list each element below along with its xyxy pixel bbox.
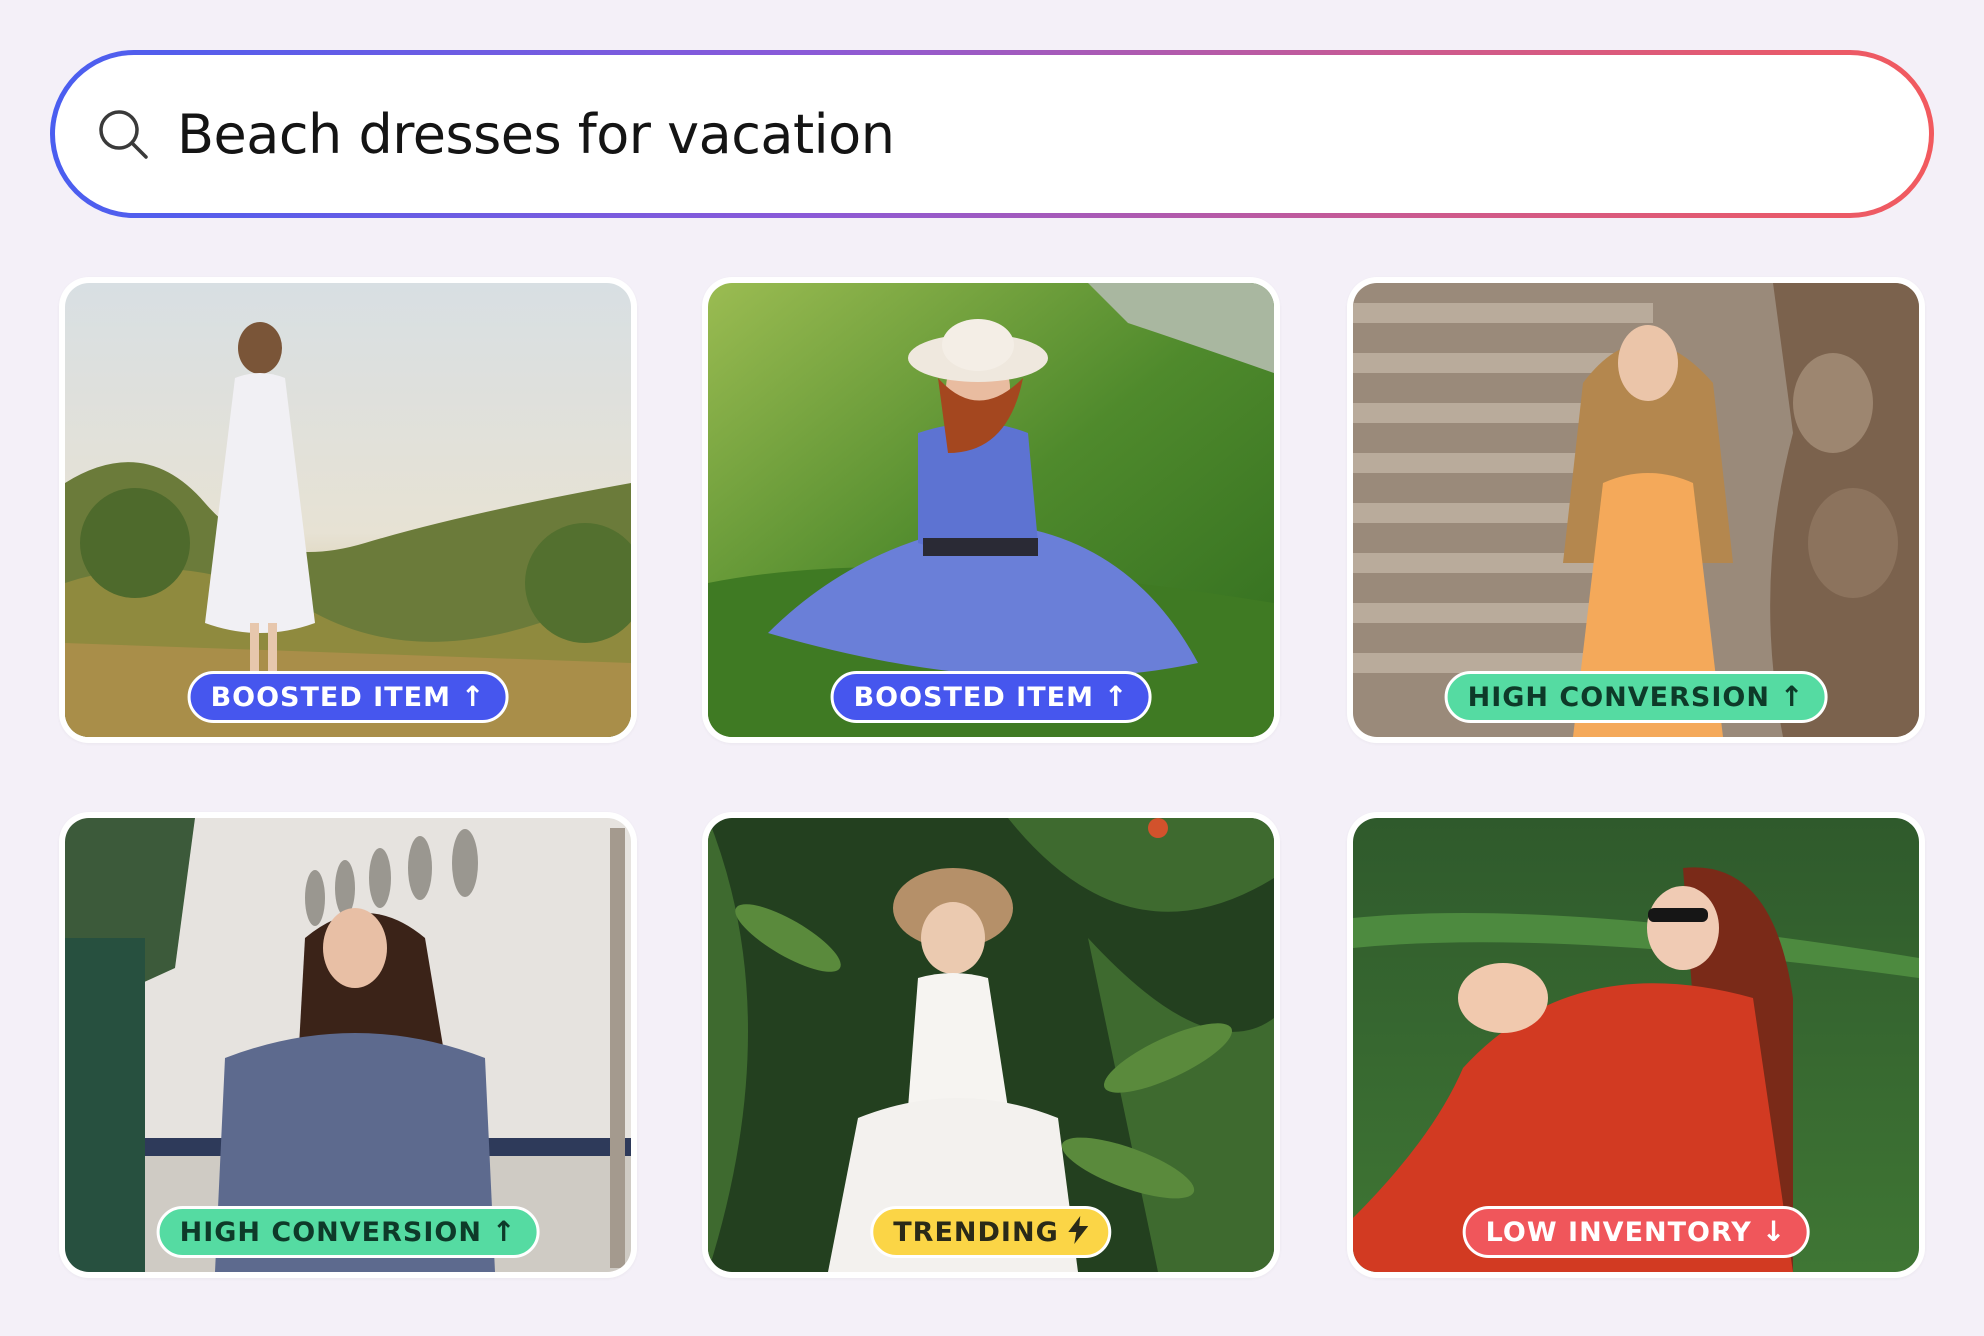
arrow-up-icon: ↑ <box>1779 680 1805 713</box>
status-badge: BOOSTED ITEM ↑ <box>187 671 509 723</box>
product-card[interactable]: BOOSTED ITEM ↑ <box>702 277 1280 743</box>
product-card[interactable]: TRENDING <box>702 812 1280 1278</box>
badge-label: LOW INVENTORY <box>1485 1216 1752 1248</box>
status-badge: LOW INVENTORY ↓ <box>1462 1206 1810 1258</box>
status-badge: HIGH CONVERSION ↑ <box>1444 671 1828 723</box>
product-photo[interactable] <box>708 283 1274 737</box>
badge-label: HIGH CONVERSION <box>179 1216 482 1248</box>
product-card[interactable]: HIGH CONVERSION ↑ <box>59 812 637 1278</box>
search-query-text[interactable]: Beach dresses for vacation <box>177 103 895 166</box>
app-frame: Beach dresses for vacation BOOSTED ITEM … <box>0 0 1984 1336</box>
status-badge: HIGH CONVERSION ↑ <box>156 1206 540 1258</box>
product-photo[interactable] <box>65 818 631 1272</box>
product-photo[interactable] <box>65 283 631 737</box>
search-field[interactable]: Beach dresses for vacation <box>55 55 1929 213</box>
status-badge: TRENDING <box>870 1206 1112 1258</box>
lightning-icon <box>1068 1215 1089 1249</box>
badge-label: HIGH CONVERSION <box>1467 681 1770 713</box>
search-bar[interactable]: Beach dresses for vacation <box>50 50 1934 218</box>
badge-label: TRENDING <box>893 1216 1059 1248</box>
product-photo[interactable] <box>708 818 1274 1272</box>
search-icon <box>95 106 151 162</box>
product-card[interactable]: LOW INVENTORY ↓ <box>1347 812 1925 1278</box>
arrow-up-icon: ↑ <box>1103 680 1129 713</box>
arrow-up-icon: ↑ <box>491 1215 517 1248</box>
badge-label: BOOSTED ITEM <box>210 681 451 713</box>
arrow-down-icon: ↓ <box>1761 1215 1787 1248</box>
product-card[interactable]: HIGH CONVERSION ↑ <box>1347 277 1925 743</box>
product-photo[interactable] <box>1353 283 1919 737</box>
product-card[interactable]: BOOSTED ITEM ↑ <box>59 277 637 743</box>
product-photo[interactable] <box>1353 818 1919 1272</box>
status-badge: BOOSTED ITEM ↑ <box>830 671 1152 723</box>
badge-label: BOOSTED ITEM <box>853 681 1094 713</box>
arrow-up-icon: ↑ <box>460 680 486 713</box>
